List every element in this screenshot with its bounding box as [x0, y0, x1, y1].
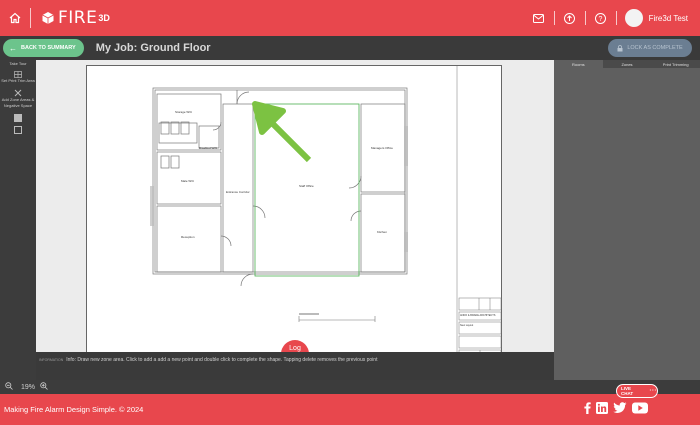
top-header: FIRE 3D ? Fire3d Test: [0, 0, 700, 36]
mail-button[interactable]: [524, 0, 554, 36]
logo-superscript: 3D: [98, 13, 110, 23]
live-chat-button[interactable]: LIVE CHAT ···: [616, 384, 658, 398]
upload-button[interactable]: [555, 0, 585, 36]
twitter-icon: [613, 402, 627, 413]
room-label: Reception: [181, 235, 195, 239]
back-to-summary-button[interactable]: ← BACK TO SUMMARY: [3, 39, 84, 57]
facebook-icon: [584, 402, 591, 414]
svg-text:?: ?: [599, 16, 603, 23]
mail-icon: [533, 13, 545, 23]
home-icon: [9, 12, 21, 24]
back-button-label: BACK TO SUMMARY: [21, 45, 76, 51]
lock-icon: [617, 44, 623, 51]
zoom-controls: 19%: [0, 380, 700, 394]
twitter-link[interactable]: [613, 402, 627, 414]
zone-area-label-2: Negative Space: [3, 102, 33, 108]
help-icon: ?: [595, 12, 607, 24]
cube-logo-icon: [42, 12, 54, 24]
more-dots-icon: ···: [649, 388, 657, 394]
zoom-out-button[interactable]: [5, 382, 13, 392]
zone-area-tool[interactable]: Add Zone Areas & Negative Space: [0, 89, 36, 108]
live-chat-label: LIVE CHAT: [621, 386, 634, 396]
facebook-link[interactable]: [584, 402, 591, 414]
tab-zones[interactable]: Zones: [602, 60, 652, 68]
room-label: Entrance Corridor: [226, 190, 250, 194]
lock-button-label: LOCK AS COMPLETE: [627, 45, 683, 51]
info-tag: INFORMATION: [39, 358, 64, 362]
room-label: Staff Office: [299, 184, 314, 188]
filled-square-tool[interactable]: [0, 114, 36, 122]
social-links: [579, 402, 648, 414]
print-trim-label: Set Print Trim Area: [1, 77, 35, 83]
info-text: Info: Draw new zone area. Click to add a…: [66, 357, 378, 363]
zoom-level: 19%: [21, 383, 36, 391]
drawing-canvas[interactable]: Storage W/C Disabled W/C Male W/C Recept…: [36, 60, 554, 352]
header-divider: [615, 11, 617, 25]
titleblock-project: New Layout: [460, 324, 474, 327]
header-divider: [30, 8, 31, 28]
outline-square-icon: [14, 126, 22, 134]
cross-icon: [14, 89, 22, 97]
tab-print-trimming[interactable]: Print Trimming: [651, 60, 700, 68]
grid-icon: [14, 70, 22, 78]
lock-as-complete-button[interactable]: LOCK AS COMPLETE: [608, 39, 692, 57]
take-tour-label: Take Tour: [9, 61, 27, 66]
filled-square-icon: [14, 114, 22, 122]
linkedin-link[interactable]: [596, 402, 608, 414]
zoom-in-button[interactable]: [40, 382, 48, 392]
footer: Making Fire Alarm Design Simple. © 2024: [0, 394, 700, 425]
floor-plan-drawing: [150, 66, 502, 352]
footer-copyright: Making Fire Alarm Design Simple. © 2024: [4, 405, 144, 414]
upload-icon: [564, 12, 576, 24]
arrow-left-icon: ←: [9, 43, 17, 53]
room-label: Disabled W/C: [199, 146, 218, 150]
room-label: Managers Office: [371, 146, 393, 150]
fire3d-logo[interactable]: FIRE 3D: [41, 8, 110, 28]
linkedin-icon: [596, 402, 608, 414]
zoom-out-icon: [5, 382, 13, 390]
floor-plan-sheet[interactable]: Storage W/C Disabled W/C Male W/C Recept…: [86, 65, 502, 352]
info-bar: INFORMATION Info: Draw new zone area. Cli…: [36, 352, 554, 380]
outline-square-tool[interactable]: [0, 126, 36, 134]
user-name: Fire3d Test: [648, 13, 688, 23]
home-button[interactable]: [0, 0, 30, 36]
take-tour-tool[interactable]: Take Tour: [0, 61, 36, 67]
youtube-link[interactable]: [632, 402, 648, 414]
help-button[interactable]: ?: [586, 0, 616, 36]
logo-text: FIRE: [58, 8, 98, 28]
properties-panel: Rooms Zones Print Trimming: [554, 60, 700, 380]
tab-rooms[interactable]: Rooms: [554, 60, 603, 68]
room-label: Kitchen: [377, 230, 388, 234]
job-toolbar: ← BACK TO SUMMARY My Job: Ground Floor L…: [0, 36, 700, 60]
print-trim-tool[interactable]: Set Print Trim Area: [0, 70, 36, 84]
panel-tabs: Rooms Zones Print Trimming: [554, 60, 700, 68]
user-menu[interactable]: Fire3d Test: [624, 9, 688, 27]
page-title: My Job: Ground Floor: [95, 42, 211, 54]
youtube-icon: [632, 402, 648, 414]
zoom-in-icon: [40, 382, 48, 390]
room-label: Storage W/C: [175, 110, 193, 114]
titleblock-firm: ANDO & BRADE ARCHITECTS: [460, 314, 496, 317]
zone-area-label-1: Add Zone Areas &: [1, 97, 35, 102]
tool-panel: Take Tour Set Print Trim Area Add Zone A…: [0, 60, 36, 352]
room-label: Male W/C: [181, 179, 195, 183]
avatar: [624, 9, 643, 27]
